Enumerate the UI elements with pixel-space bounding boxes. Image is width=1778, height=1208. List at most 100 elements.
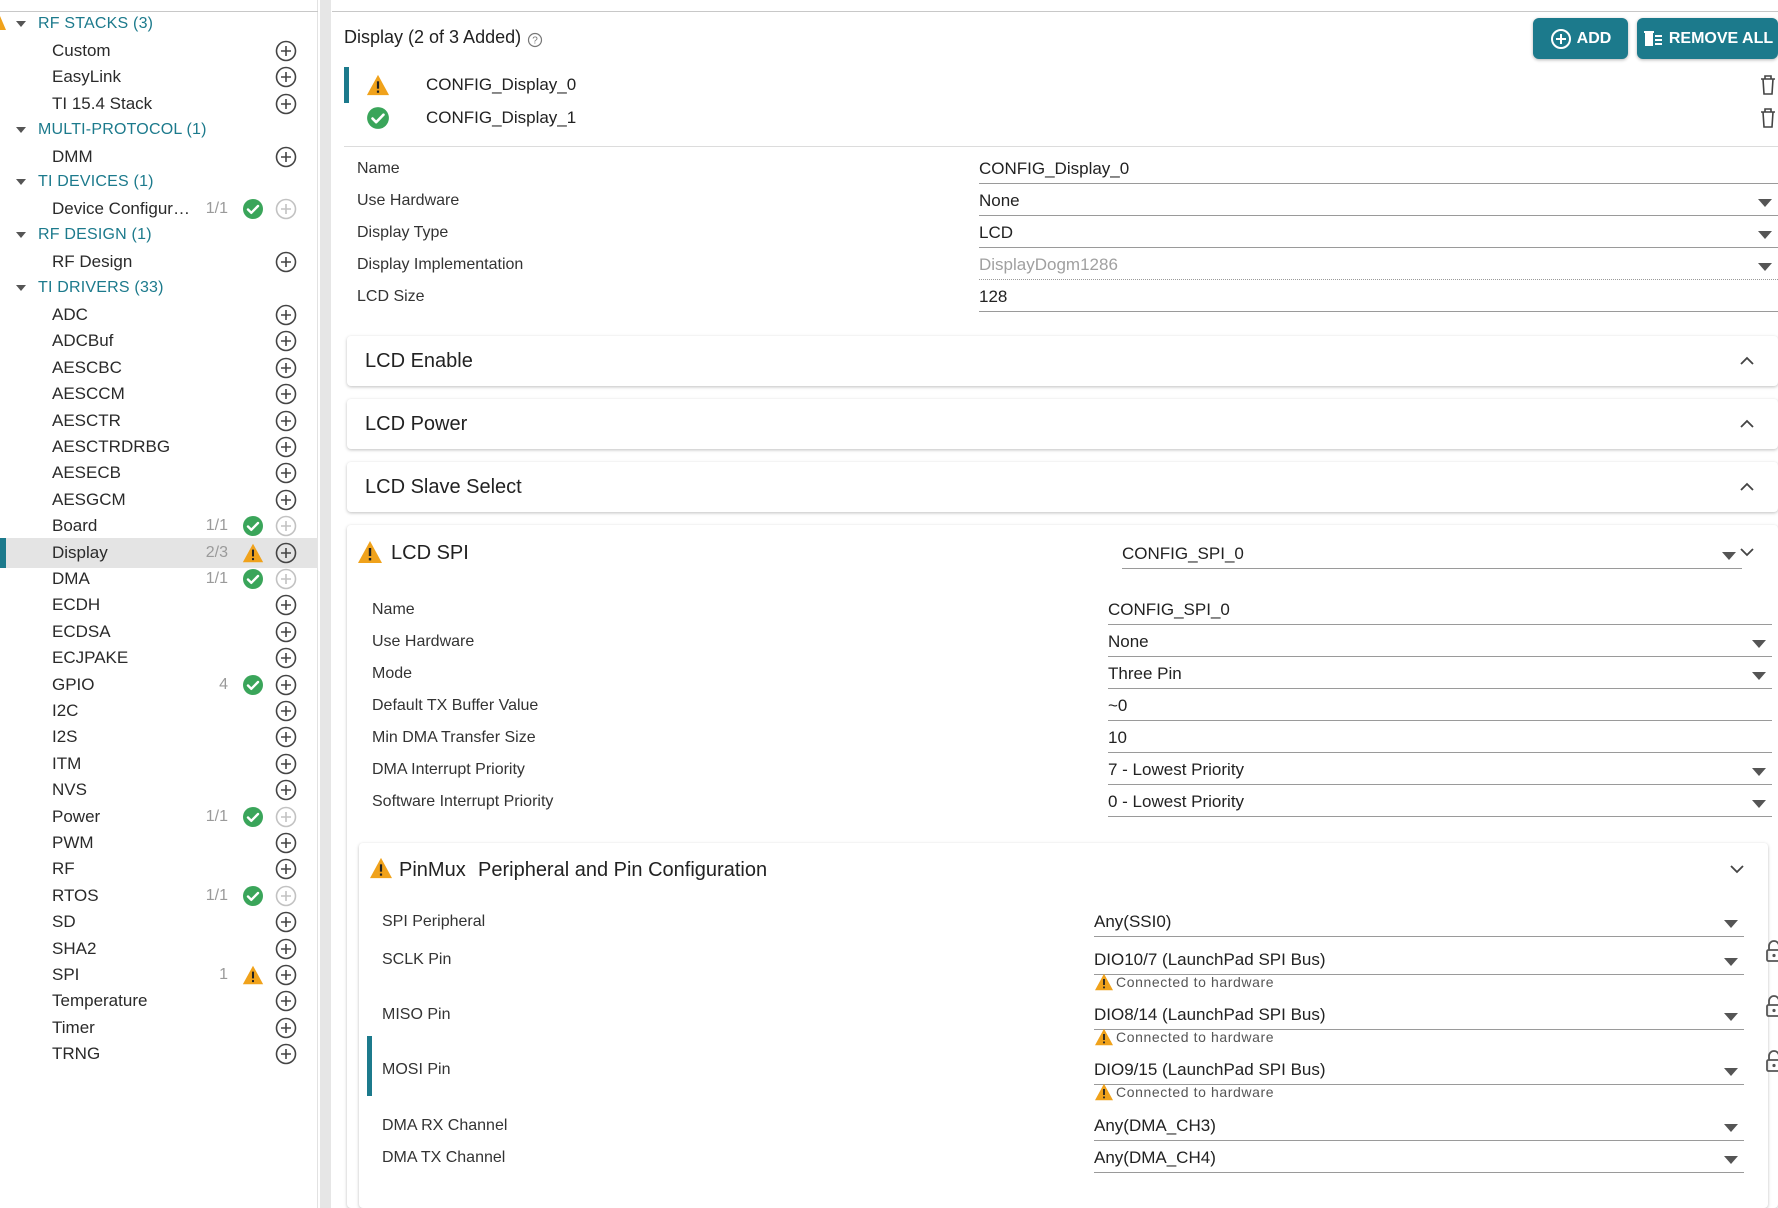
instance-item[interactable]: CONFIG_Display_0 [344, 67, 1778, 103]
add-circle-icon[interactable] [275, 858, 297, 880]
sidebar-item-count: 1/1 [205, 807, 228, 825]
spi-use-hardware-select[interactable]: None [1108, 627, 1772, 657]
chevron-down-icon[interactable] [1730, 865, 1744, 874]
add-circle-icon[interactable] [275, 938, 297, 960]
dma-tx-select[interactable]: Any(DMA_CH4) [1094, 1143, 1744, 1173]
panel-lcd-enable[interactable]: LCD Enable [347, 336, 1778, 386]
add-circle-icon[interactable] [275, 753, 297, 775]
add-circle-icon[interactable] [275, 357, 297, 379]
chevron-down-icon[interactable] [1740, 548, 1754, 557]
panel-lcd-power[interactable]: LCD Power [347, 399, 1778, 449]
add-circle-icon[interactable] [275, 66, 297, 88]
remove-all-button[interactable]: REMOVE ALL [1637, 18, 1778, 59]
display-impl-select[interactable]: DisplayDogm1286 [979, 250, 1778, 280]
sidebar-item-label: SD [52, 912, 76, 932]
spi-field-sw-int-pri: Software Interrupt Priority 0 - Lowest P… [347, 785, 1778, 819]
sidebar-item-count: 1/1 [205, 886, 228, 904]
spi-dma-int-pri-select[interactable]: 7 - Lowest Priority [1108, 755, 1772, 785]
chevron-up-icon[interactable] [1740, 419, 1754, 428]
add-circle-icon[interactable] [275, 911, 297, 933]
add-circle-icon[interactable] [275, 330, 297, 352]
sidebar-item-label: Power [52, 806, 101, 826]
panel-lcd-slave-select-title: LCD Slave Select [365, 476, 522, 498]
spi-peripheral-select[interactable]: Any(SSI0) [1094, 907, 1744, 937]
spi-min-dma-input[interactable]: 10 [1108, 723, 1772, 753]
sidebar-item-count: 2/3 [205, 543, 228, 561]
add-circle-icon[interactable] [275, 964, 297, 986]
lcd-spi-select[interactable]: CONFIG_SPI_0 [1122, 539, 1742, 569]
chevron-up-icon[interactable] [1740, 356, 1754, 365]
add-circle-icon[interactable] [275, 1017, 297, 1039]
mosi-pin-select[interactable]: DIO9/15 (LaunchPad SPI Bus) [1094, 1055, 1744, 1085]
sidebar-item-count: 1/1 [205, 517, 228, 535]
trash-icon[interactable] [1758, 106, 1778, 130]
add-circle-icon[interactable] [275, 674, 297, 696]
add-circle-icon[interactable] [275, 1043, 297, 1065]
add-circle-icon[interactable] [275, 383, 297, 405]
sidebar-category[interactable]: TI DEVICES (1) [0, 167, 318, 197]
sidebar-item[interactable]: TRNG [0, 1039, 318, 1069]
add-circle-icon[interactable] [275, 594, 297, 616]
warning-icon [1095, 1083, 1113, 1101]
help-icon[interactable]: ? [527, 32, 543, 48]
sidebar-item-label: RF Design [52, 252, 133, 272]
trash-icon[interactable] [1758, 73, 1778, 97]
sidebar-item-label: PWM [52, 832, 94, 852]
caret-down-icon[interactable] [14, 167, 28, 197]
spi-sw-int-pri-select[interactable]: 0 - Lowest Priority [1108, 787, 1772, 817]
caret-down-icon[interactable] [14, 115, 28, 145]
add-circle-icon[interactable] [275, 436, 297, 458]
spi-default-tx-input[interactable]: ~0 [1108, 691, 1772, 721]
sidebar-category[interactable]: RF DESIGN (1) [0, 220, 318, 250]
field-display-impl-label: Display Implementation [357, 256, 524, 273]
add-circle-icon[interactable] [275, 410, 297, 432]
sclk-pin-select[interactable]: DIO10/7 (LaunchPad SPI Bus) [1094, 945, 1744, 975]
spi-name-input[interactable]: CONFIG_SPI_0 [1108, 595, 1772, 625]
instance-item[interactable]: CONFIG_Display_1 [344, 100, 1778, 136]
add-circle-icon[interactable] [275, 146, 297, 168]
spi-mode-select[interactable]: Three Pin [1108, 659, 1772, 689]
miso-pin-select[interactable]: DIO8/14 (LaunchPad SPI Bus) [1094, 1000, 1744, 1030]
spi-field-dma-int-pri-label: DMA Interrupt Priority [372, 761, 525, 778]
add-circle-icon[interactable] [275, 647, 297, 669]
page-title: Display (2 of 3 Added) [344, 27, 522, 47]
name-input[interactable]: CONFIG_Display_0 [979, 154, 1778, 184]
add-circle-icon[interactable] [275, 700, 297, 722]
spi-field-sw-int-pri-label: Software Interrupt Priority [372, 793, 554, 810]
sidebar-category[interactable]: TI DRIVERS (33) [0, 273, 318, 303]
add-circle-icon[interactable] [275, 726, 297, 748]
sidebar-item-label: I2C [52, 700, 79, 720]
add-circle-icon[interactable] [275, 93, 297, 115]
sidebar-category[interactable]: MULTI-PROTOCOL (1) [0, 115, 318, 145]
add-circle-icon[interactable] [275, 251, 297, 273]
panel-lcd-slave-select[interactable]: LCD Slave Select [347, 462, 1778, 512]
add-circle-icon[interactable] [275, 304, 297, 326]
spi-dma-int-pri-value: 7 - Lowest Priority [1108, 760, 1245, 779]
lcd-size-input[interactable]: 128 [979, 282, 1778, 312]
main-panel: Display (2 of 3 Added) ? ADD REMOVE ALL … [332, 0, 1778, 1208]
add-button[interactable]: ADD [1533, 18, 1628, 59]
add-circle-icon[interactable] [275, 462, 297, 484]
dma-rx-select[interactable]: Any(DMA_CH3) [1094, 1111, 1744, 1141]
add-circle-icon[interactable] [275, 542, 297, 564]
add-circle-icon[interactable] [275, 990, 297, 1012]
lock-icon[interactable] [1765, 1049, 1778, 1073]
caret-down-icon[interactable] [14, 273, 28, 303]
caret-down-icon[interactable] [14, 9, 28, 39]
add-circle-icon[interactable] [275, 40, 297, 62]
caret-down-icon[interactable] [14, 220, 28, 250]
add-circle-icon[interactable] [275, 621, 297, 643]
add-circle-icon[interactable] [275, 779, 297, 801]
lock-icon[interactable] [1765, 994, 1778, 1018]
sidebar-category[interactable]: RF STACKS (3) [0, 9, 318, 39]
add-circle-icon[interactable] [275, 832, 297, 854]
lock-icon[interactable] [1765, 939, 1778, 963]
add-circle-icon[interactable] [275, 489, 297, 511]
chevron-up-icon[interactable] [1740, 482, 1754, 491]
warning-icon [366, 74, 390, 96]
svg-text:?: ? [532, 36, 538, 47]
sidebar-scrollbar[interactable] [320, 0, 331, 1208]
display-type-select[interactable]: LCD [979, 218, 1778, 248]
add-circle-icon [275, 568, 297, 590]
use-hardware-select[interactable]: None [979, 186, 1778, 216]
